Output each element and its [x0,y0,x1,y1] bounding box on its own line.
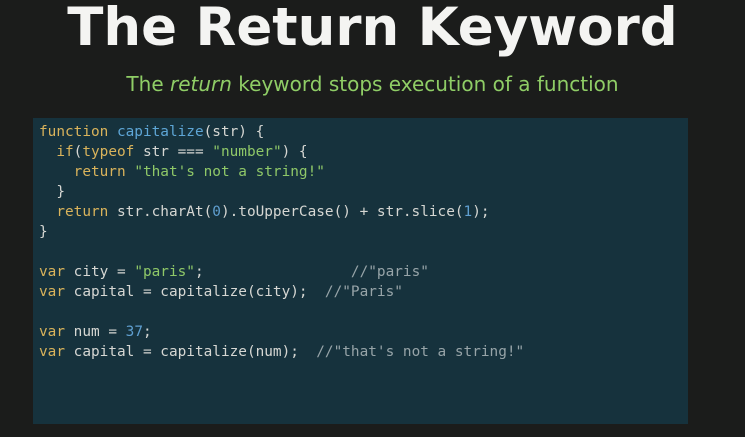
code-token-kw: return [56,204,109,220]
code-token-kw: return [73,164,126,180]
code-token-plain: city = [65,264,135,280]
code-token-num: 0 [212,204,221,220]
code-panel: function capitalize(str) { if(typeof str… [33,118,688,424]
code-line: if(typeof str === "number") { [39,142,688,162]
slide-subtitle: The return keyword stops execution of a … [0,70,745,98]
code-line: return "that's not a string!" [39,162,688,182]
code-token-plain: ); [472,204,490,220]
code-token-num: 1 [463,204,473,220]
code-token-cmt: //"that's not a string!" [316,344,525,360]
subtitle-suffix: keyword stops execution of a function [231,72,619,96]
code-token-plain: ; [142,324,152,340]
code-token-fn: capitalize [116,124,204,140]
code-token-plain: (str) { [203,124,265,140]
code-token-plain: ) { [281,144,308,160]
code-token-plain: } [39,224,48,240]
code-line: var capital = capitalize(num); //"that's… [39,342,688,362]
subtitle-prefix: The [126,72,170,96]
code-token-kw: typeof [82,144,135,160]
code-token-num: 37 [125,324,143,340]
code-token-str: "that's not a string!" [134,164,325,180]
code-token-kw: function [39,124,117,140]
code-line: } [39,182,688,202]
code-token-kw: var [39,264,65,280]
code-token-kw: var [39,324,65,340]
code-token-plain: ; [194,264,351,280]
code-token-plain: ).toUpperCase() + str.slice( [220,204,464,220]
code-token-kw: var [39,284,65,300]
code-token-plain: capital = capitalize(num); [65,344,317,360]
code-line: } [39,222,688,242]
code-line: function capitalize(str) { [39,122,688,142]
code-token-plain: } [39,184,65,200]
code-line: var city = "paris"; //"paris" [39,262,688,282]
code-token-plain: num = [65,324,126,340]
code-token-str: "number" [212,144,282,160]
code-token-cmt: //"Paris" [324,284,403,300]
code-token-kw: if [56,144,74,160]
code-line: var num = 37; [39,322,688,342]
code-token-cmt: //"paris" [350,264,429,280]
code-token-str: "paris" [134,264,195,280]
code-token-kw: var [39,344,65,360]
code-line: return str.charAt(0).toUpperCase() + str… [39,202,688,222]
slide-title: The Return Keyword [67,0,678,58]
code-token-plain: str.charAt( [108,204,213,220]
code-line: var capital = capitalize(city); //"Paris… [39,282,688,302]
code-token-plain: capital = capitalize(city); [65,284,325,300]
code-block: function capitalize(str) { if(typeof str… [39,122,688,362]
code-token-plain: str === [134,144,213,160]
subtitle-keyword: return [169,72,232,96]
